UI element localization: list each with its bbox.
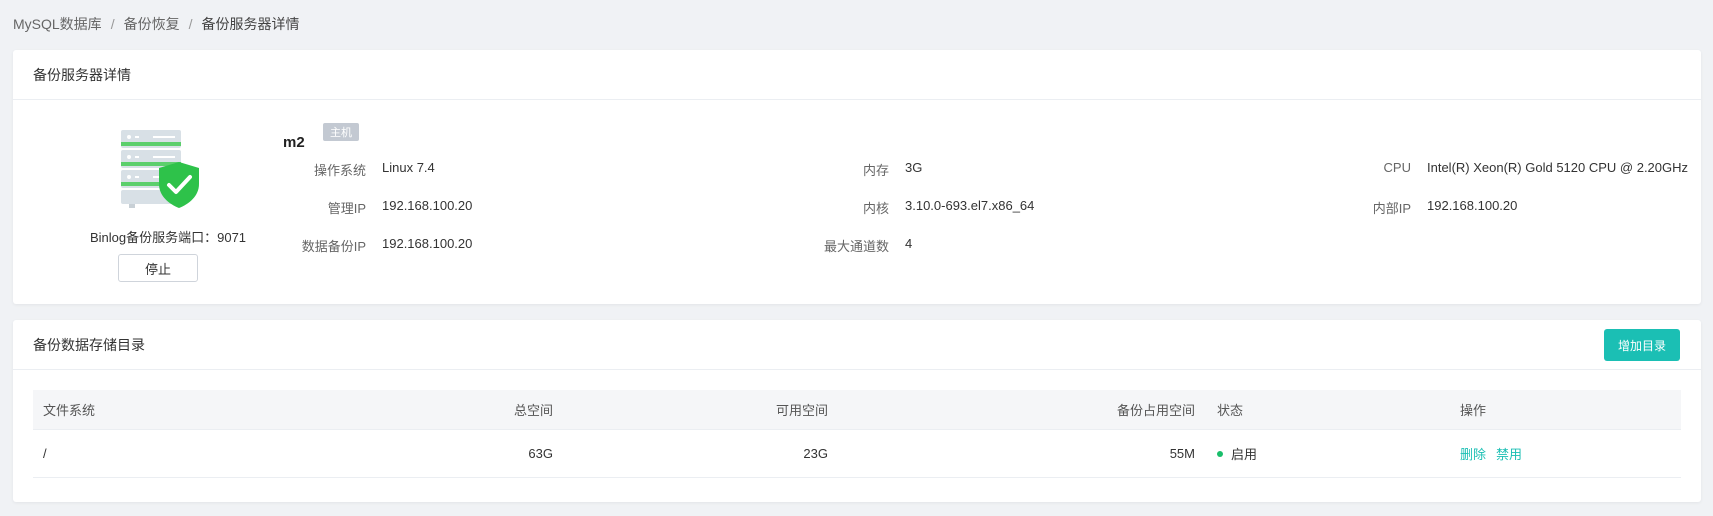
status-dot-icon	[1217, 450, 1223, 457]
host-name: m2	[283, 134, 305, 151]
binlog-port-label: Binlog备份服务端口：	[89, 230, 218, 245]
os-value: Linux 7.4	[382, 160, 435, 175]
cpu-label: CPU	[1383, 160, 1411, 175]
mgmt-ip-value: 192.168.100.20	[382, 198, 473, 213]
column-header-filesystem: 文件系统	[43, 403, 96, 418]
column-header-actions: 操作	[1460, 403, 1487, 418]
backup-used-cell: 55M	[1169, 446, 1195, 461]
available-cell: 23G	[803, 446, 828, 461]
backup-server-detail-card: 备份服务器详情 Binlog备份服务端口：9071 停止 m2 主机 操作系统 …	[13, 50, 1701, 304]
kernel-label: 内核	[862, 201, 889, 216]
table-header: 文件系统 总空间 可用空间 备份占用空间 状态 操作	[33, 390, 1681, 430]
host-role-badge: 主机	[323, 123, 359, 141]
max-channels-label: 最大通道数	[823, 239, 889, 254]
disable-link[interactable]: 禁用	[1496, 444, 1522, 463]
column-header-available: 可用空间	[775, 403, 828, 418]
memory-value: 3G	[905, 160, 923, 175]
filesystem-cell: /	[43, 446, 47, 461]
internal-ip-label: 内部IP	[1372, 201, 1411, 216]
add-directory-button[interactable]: 增加目录	[1603, 329, 1680, 361]
server-shield-icon	[117, 128, 213, 220]
table-row: / 63G 23G 55M 启用 删除 禁用	[33, 430, 1681, 478]
actions-cell: 删除 禁用	[1460, 430, 1532, 477]
card-title: 备份数据存储目录	[13, 320, 1701, 370]
backup-ip-label: 数据备份IP	[301, 239, 366, 254]
status-cell: 启用	[1217, 430, 1257, 477]
column-header-backup-used: 备份占用空间	[1116, 403, 1195, 418]
storage-table: 文件系统 总空间 可用空间 备份占用空间 状态 操作 / 63G 23G 55M…	[33, 390, 1681, 478]
breadcrumb-current: 备份服务器详情	[201, 16, 300, 32]
card-title: 备份服务器详情	[13, 50, 1701, 100]
storage-directory-card: 备份数据存储目录 增加目录 文件系统 总空间 可用空间 备份占用空间 状态 操作…	[13, 320, 1701, 502]
column-header-status: 状态	[1217, 403, 1244, 418]
breadcrumb-separator: /	[110, 16, 115, 32]
breadcrumb-separator: /	[188, 16, 193, 32]
os-label: 操作系统	[313, 163, 366, 178]
binlog-port-value: 9071	[217, 230, 247, 245]
kernel-value: 3.10.0-693.el7.x86_64	[905, 198, 1035, 213]
status-text: 启用	[1231, 447, 1258, 462]
mgmt-ip-label: 管理IP	[327, 201, 366, 216]
stop-button[interactable]: 停止	[118, 254, 198, 282]
breadcrumb-backup-restore[interactable]: 备份恢复	[124, 14, 180, 34]
column-header-total: 总空间	[513, 403, 553, 418]
total-cell: 63G	[528, 446, 553, 461]
internal-ip-value: 192.168.100.20	[1427, 198, 1518, 213]
memory-label: 内存	[862, 163, 889, 178]
max-channels-value: 4	[905, 236, 913, 251]
delete-link[interactable]: 删除	[1460, 444, 1486, 463]
backup-ip-value: 192.168.100.20	[382, 236, 473, 251]
cpu-value: Intel(R) Xeon(R) Gold 5120 CPU @ 2.20GHz	[1427, 160, 1689, 175]
breadcrumb: MySQL数据库 / 备份恢复 / 备份服务器详情	[13, 14, 299, 34]
breadcrumb-mysql[interactable]: MySQL数据库	[13, 14, 102, 34]
